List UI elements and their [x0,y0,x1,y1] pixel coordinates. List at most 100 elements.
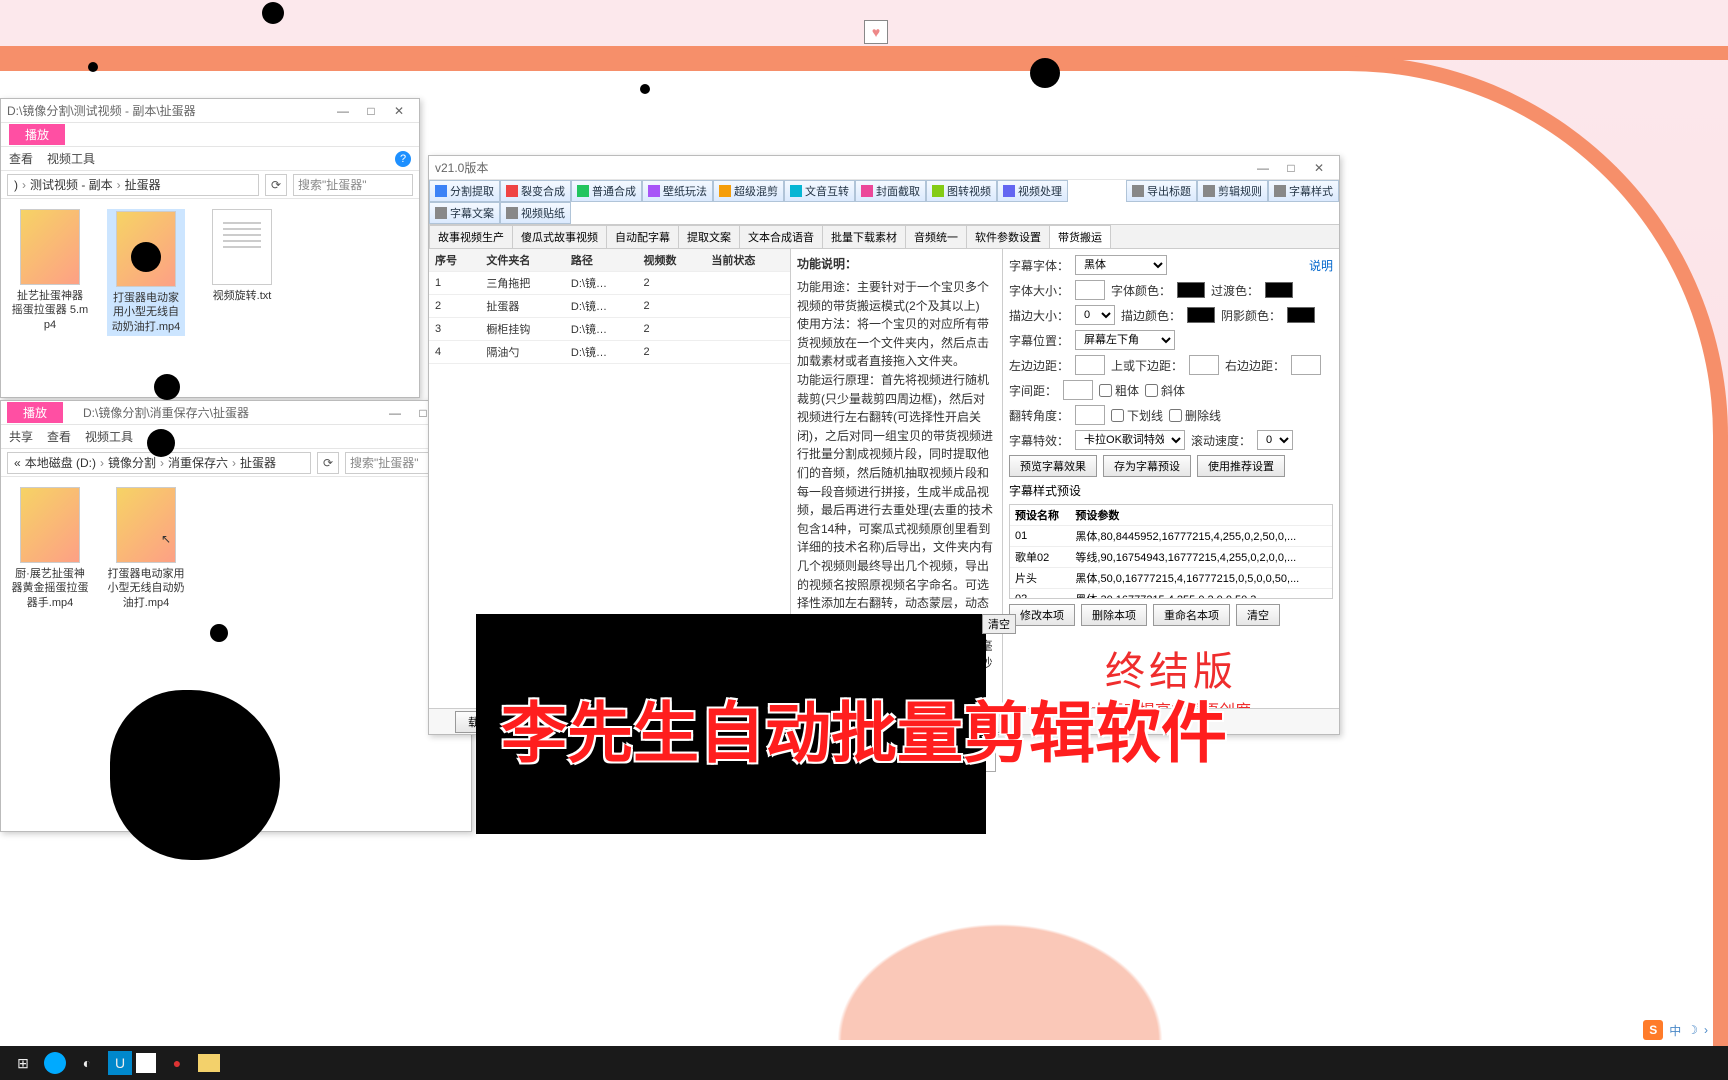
toolbar-btn[interactable]: 封面截取 [855,180,926,202]
stroke-color-swatch[interactable] [1187,307,1215,323]
toolbar-btn[interactable]: 超级混剪 [713,180,784,202]
table-row[interactable]: 1三角拖把D:\镜…2 [429,272,790,295]
sogou-icon[interactable]: S [1643,1020,1663,1040]
explain-link[interactable]: 说明 [1309,257,1333,274]
maximize-button[interactable]: □ [357,104,385,118]
margin-v-input[interactable] [1189,355,1219,375]
tab[interactable]: 软件参数设置 [966,225,1050,248]
play-tab[interactable]: 播放 [9,124,65,145]
preset-action-button[interactable]: 重命名本项 [1153,604,1230,626]
refresh-icon[interactable]: ⟳ [265,174,287,196]
chk-underline[interactable]: 下划线 [1111,407,1163,424]
tab[interactable]: 文本合成语音 [739,225,823,248]
preset-action-button[interactable]: 删除本项 [1081,604,1147,626]
clear-preview-button[interactable]: 清空 [982,614,1016,634]
shadow-color-swatch[interactable] [1287,307,1315,323]
toolbar-btn[interactable]: 导出标题 [1126,180,1197,202]
help-icon[interactable]: ? [395,151,411,167]
spacing-input[interactable] [1063,380,1093,400]
trans-color[interactable] [1265,282,1293,298]
tab[interactable]: 提取文案 [678,225,740,248]
tab[interactable]: 批量下载素材 [822,225,906,248]
tab[interactable]: 自动配字幕 [606,225,679,248]
tab[interactable]: 音频统一 [905,225,967,248]
margin-right-input[interactable] [1291,355,1321,375]
menu-view[interactable]: 查看 [47,428,71,445]
cortana-icon[interactable] [44,1052,66,1074]
menu-tools[interactable]: 视频工具 [47,150,95,167]
rotate-input[interactable] [1075,405,1105,425]
toolbar-btn[interactable]: 图转视频 [926,180,997,202]
tab[interactable]: 傻瓜式故事视频 [512,225,607,248]
scroll-select[interactable]: 0 [1257,430,1293,450]
file-list: 厨·展艺扯蛋神器黄金摇蛋拉蛋器手.mp4 ↖打蛋器电动家用小型无线自动奶油打.m… [1,477,471,620]
tab[interactable]: 带货搬运 [1049,225,1111,248]
refresh-icon[interactable]: ⟳ [317,452,339,474]
app-icon[interactable] [136,1053,156,1073]
toolbar-row-1: 分割提取裂变合成普通合成壁纸玩法超级混剪文音互转封面截取图转视频视频处理 导出标题… [429,180,1339,225]
toolbar-btn[interactable]: 视频贴纸 [500,202,571,224]
close-button[interactable]: ✕ [1305,161,1333,175]
app-icon[interactable]: ◐ [70,1049,104,1077]
file-item[interactable]: 打蛋器电动家用小型无线自动奶油打.mp4 [107,209,185,336]
pos-select[interactable]: 屏幕左下角 [1075,330,1175,350]
table-row[interactable]: 3橱柜挂钩D:\镜…2 [429,318,790,341]
task-view-icon[interactable]: ⊞ [6,1049,40,1077]
toolbar-btn[interactable]: 文音互转 [784,180,855,202]
file-item[interactable]: 厨·展艺扯蛋神器黄金摇蛋拉蛋器手.mp4 [11,487,89,610]
toolbar-btn[interactable]: 壁纸玩法 [642,180,713,202]
font-select[interactable]: 黑体 [1075,255,1167,275]
ime-indicator[interactable]: 中 [1669,1022,1681,1039]
toolbar-btn[interactable]: 剪辑规则 [1197,180,1268,202]
preset-row[interactable]: 01黑体,80,8445952,16777215,4,255,0,2,50,0,… [1010,526,1332,547]
toolbar-btn[interactable]: 普通合成 [571,180,642,202]
preset-action-button[interactable]: 修改本项 [1009,604,1075,626]
toolbar-btn[interactable]: 字幕文案 [429,202,500,224]
chk-strike[interactable]: 删除线 [1169,407,1221,424]
use-rec-button[interactable]: 使用推荐设置 [1197,455,1285,477]
margin-left-input[interactable] [1075,355,1105,375]
minimize-button[interactable]: — [381,406,409,420]
toolbar-btn[interactable]: 字幕样式 [1268,180,1339,202]
preset-row[interactable]: 片头黑体,50,0,16777215,4,16777215,0,5,0,0,50… [1010,568,1332,589]
file-item[interactable]: 扯艺扯蛋神器 摇蛋拉蛋器 5.mp4 [11,209,89,332]
preset-action-button[interactable]: 清空 [1236,604,1280,626]
chk-bold[interactable]: 粗体 [1099,382,1139,399]
maximize-button[interactable]: □ [1277,161,1305,175]
explorer-icon[interactable] [198,1054,220,1072]
preset-row[interactable]: 歌单02等线,90,16754943,16777215,4,255,0,2,0,… [1010,547,1332,568]
file-item[interactable]: ↖打蛋器电动家用小型无线自动奶油打.mp4 [107,487,185,610]
save-preset-button[interactable]: 存为字幕预设 [1103,455,1191,477]
app-title: v21.0版本 [435,159,1249,176]
menu-view[interactable]: 查看 [9,150,33,167]
desc-title: 功能说明： [797,255,996,272]
close-button[interactable]: ✕ [385,104,413,118]
preview-button[interactable]: 预览字幕效果 [1009,455,1097,477]
font-color[interactable] [1177,282,1205,298]
minimize-button[interactable]: — [1249,161,1277,175]
effect-select[interactable]: 卡拉OK歌词特效 [1075,430,1185,450]
file-item[interactable]: 视频旋转.txt [203,209,281,303]
menu-tools[interactable]: 视频工具 [85,428,133,445]
toolbar-btn[interactable]: 视频处理 [997,180,1068,202]
preset-list[interactable]: 预设名称预设参数01黑体,80,8445952,16777215,4,255,0… [1009,504,1333,599]
tab[interactable]: 故事视频生产 [429,225,513,248]
moon-icon[interactable]: ☽ [1687,1023,1698,1037]
table-row[interactable]: 4隔油勺D:\镜…2 [429,341,790,364]
menu-share[interactable]: 共享 [9,428,33,445]
record-icon[interactable]: ● [160,1049,194,1077]
breadcrumb[interactable]: )› 测试视频 - 副本› 扯蛋器 [7,174,259,196]
table-row[interactable]: 2扯蛋器D:\镜…2 [429,295,790,318]
more-icon[interactable]: › [1704,1023,1708,1037]
toolbar-btn[interactable]: 裂变合成 [500,180,571,202]
app-icon[interactable]: U [108,1051,132,1075]
chk-italic[interactable]: 斜体 [1145,382,1185,399]
preset-row[interactable]: 02黑体,30,16777215,4,255,0,2,0,0,50,3,... [1010,589,1332,600]
minimize-button[interactable]: — [329,104,357,118]
play-tab[interactable]: 播放 [7,402,63,423]
font-size-input[interactable] [1075,280,1105,300]
search-input[interactable]: 搜索"扯蛋器" [293,174,413,196]
toolbar-btn[interactable]: 分割提取 [429,180,500,202]
fan-deco [720,840,1280,1040]
stroke-select[interactable]: 0 [1075,305,1115,325]
